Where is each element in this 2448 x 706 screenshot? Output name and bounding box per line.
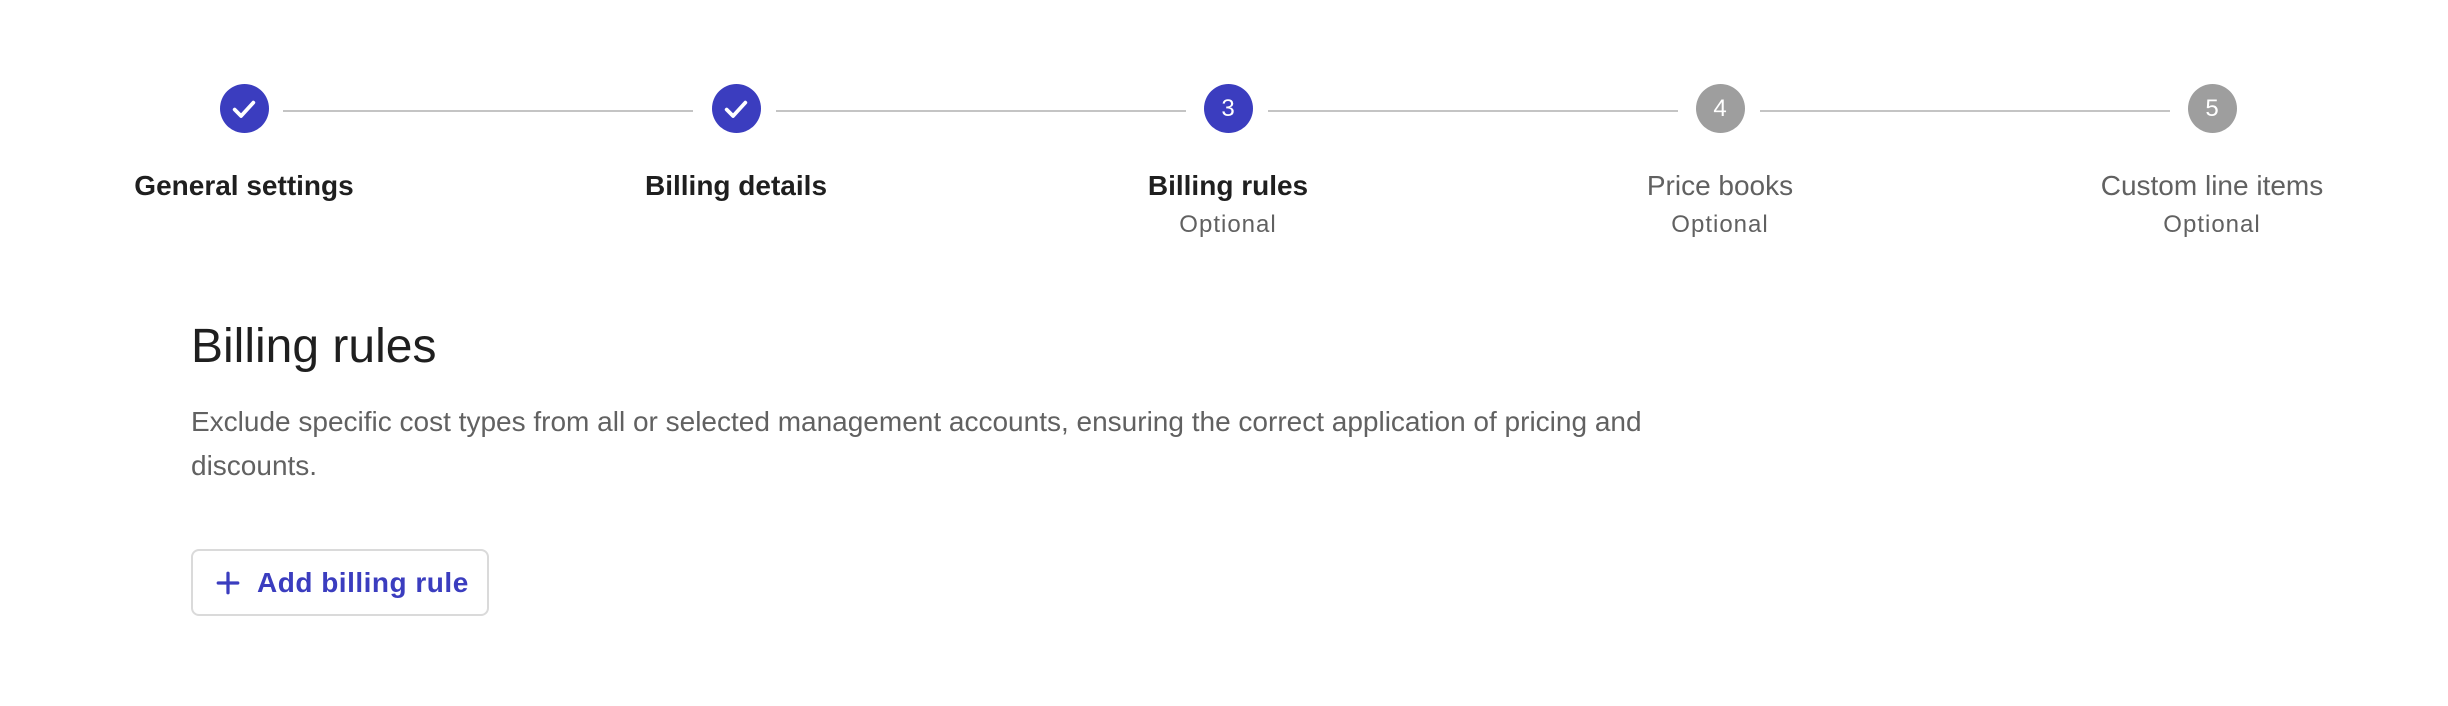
billing-rules-section: Billing rules Exclude specific cost type…: [191, 318, 1791, 488]
step-label: Price books: [1646, 170, 1794, 201]
step-label: Billing rules: [1147, 170, 1309, 201]
step-general-settings[interactable]: General settings: [94, 84, 394, 203]
step-label: Custom line items: [2100, 170, 2324, 201]
progress-stepper: General settings Billing details 3 Billi…: [0, 0, 2448, 260]
step-number: 4: [1695, 84, 1745, 133]
step-optional-label: Optional: [1671, 211, 1769, 238]
step-label: General settings: [134, 170, 354, 201]
check-icon: [219, 84, 269, 133]
step-number: 3: [1203, 84, 1253, 133]
check-icon: [711, 84, 761, 133]
section-description: Exclude specific cost types from all or …: [191, 406, 1642, 481]
step-label: Billing details: [644, 170, 828, 201]
step-billing-rules[interactable]: 3 Billing rules Optional: [1078, 84, 1378, 239]
billing-setup-page: General settings Billing details 3 Billi…: [0, 0, 2448, 706]
step-billing-details[interactable]: Billing details: [586, 84, 886, 203]
add-billing-rule-button[interactable]: Add billing rule: [191, 549, 489, 616]
plus-icon: [215, 570, 241, 596]
step-number: 5: [2187, 84, 2237, 133]
step-optional-label: Optional: [2163, 211, 2261, 238]
step-custom-line-items[interactable]: 5 Custom line items Optional: [2062, 84, 2362, 239]
step-price-books[interactable]: 4 Price books Optional: [1570, 84, 1870, 239]
add-billing-rule-label: Add billing rule: [257, 566, 469, 598]
page-title: Billing rules: [191, 320, 437, 373]
step-optional-label: Optional: [1179, 211, 1277, 238]
